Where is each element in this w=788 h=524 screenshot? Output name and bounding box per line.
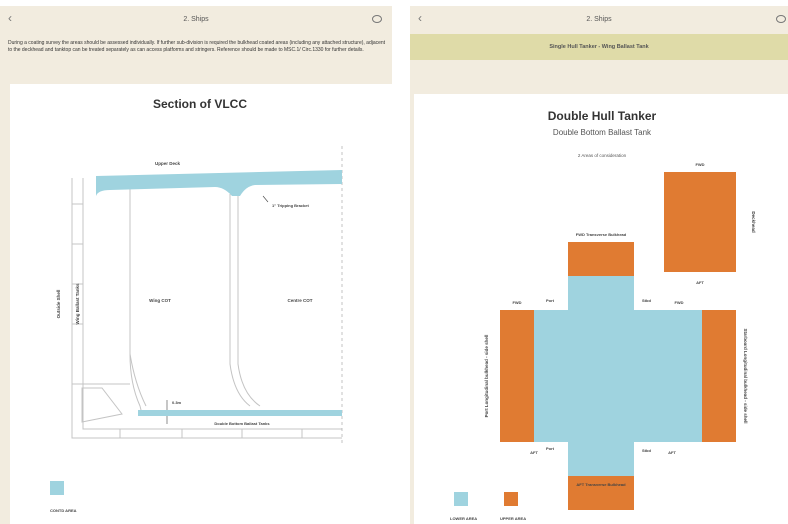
favorite-icon[interactable] <box>372 15 382 23</box>
fwd-transverse-upper <box>568 242 634 276</box>
label-outside-shell: Outside Shell <box>56 290 61 319</box>
tripping-arrow <box>262 195 269 203</box>
label-dimension: 0.3m <box>172 400 182 405</box>
stbd-shell-upper <box>702 310 736 442</box>
label-fwd-left: FWD <box>512 300 521 305</box>
right-screen: ‹ 2. Ships Single Hull Tanker - Wing Bal… <box>410 6 788 524</box>
double-hull-diagram: Double Hull Tanker Double Bottom Ballast… <box>450 109 756 521</box>
diagram-title-right: Double Hull Tanker <box>548 109 657 123</box>
legend-swatch-lower <box>454 492 468 506</box>
legend-label-contd: CONTD AREA <box>50 508 77 513</box>
left-screen: ‹ 2. Ships During a coating survey the a… <box>0 6 392 524</box>
label-port-longitudinal: Port Longitudinal bulkhead - side shell <box>484 335 489 418</box>
aft-transverse-lower <box>568 442 634 476</box>
hull-outline <box>71 178 342 439</box>
header-bar: ‹ 2. Ships <box>0 6 392 32</box>
label-wing-cot: Wing COT <box>149 298 171 303</box>
label-tripping-bracket: 1" Tripping Bracket <box>272 203 309 208</box>
label-aft-transverse: AFT Transverse Bulkhead <box>576 482 626 487</box>
diagram-caption: 2 Areas of consideration <box>578 153 627 158</box>
label-centre-cot: Centre COT <box>287 298 312 303</box>
section-subheader: Single Hull Tanker - Wing Ballast Tank <box>410 34 788 60</box>
label-stbd-longitudinal: Starboard Longitudinal bulkhead - side s… <box>743 328 748 423</box>
label-aft-left: AFT <box>530 450 538 455</box>
label-aft-top: AFT <box>696 280 704 285</box>
legend-swatch-upper <box>504 492 518 506</box>
label-aft-right: AFT <box>668 450 676 455</box>
diagram-card-right: Double Hull Tanker Double Bottom Ballast… <box>414 94 788 524</box>
back-chevron-icon-right[interactable]: ‹ <box>418 11 422 25</box>
label-port-bottom: Port <box>546 446 555 451</box>
intro-paragraph: During a coating survey the areas should… <box>8 40 386 53</box>
diagram-card: Section of VLCC Upper Deck 1" Tripping B… <box>10 84 392 524</box>
label-fwd-transverse: FWD Transverse Bulkhead <box>576 232 627 237</box>
favorite-icon-right[interactable] <box>776 15 786 23</box>
deckhead-panel <box>664 172 736 272</box>
upper-deck-area <box>96 170 342 196</box>
header-title-right: 2. Ships <box>586 15 612 23</box>
diagram-subtitle: Double Bottom Ballast Tank <box>553 128 652 137</box>
label-wing-ballast-tanks: Wing Ballast Tanks <box>75 283 80 324</box>
stbd-shell-lower <box>668 310 702 442</box>
label-stbd-top: Stbd <box>642 298 651 303</box>
legend-label-upper: UPPER AREA <box>500 516 526 521</box>
header-bar-right: ‹ 2. Ships <box>410 6 788 32</box>
legend-label-lower: LOWER AREA <box>450 516 477 521</box>
legend-swatch-contd <box>50 481 64 495</box>
label-fwd-top: FWD <box>695 162 704 167</box>
label-deckhead: Deckhead <box>751 211 756 233</box>
double-bottom-area <box>138 410 342 416</box>
label-stbd-bottom: Stbd <box>642 448 651 453</box>
back-chevron-icon[interactable]: ‹ <box>8 11 12 25</box>
fwd-transverse-lower <box>568 276 634 310</box>
vlcc-section-diagram: Section of VLCC Upper Deck 1" Tripping B… <box>50 97 343 513</box>
label-double-bottom: Double Bottom Ballast Tanks <box>214 421 270 426</box>
diagram-title: Section of VLCC <box>153 97 247 111</box>
label-upper-deck: Upper Deck <box>155 161 181 166</box>
label-fwd-right: FWD <box>674 300 683 305</box>
header-title: 2. Ships <box>183 15 209 23</box>
label-port-top: Port <box>546 298 555 303</box>
